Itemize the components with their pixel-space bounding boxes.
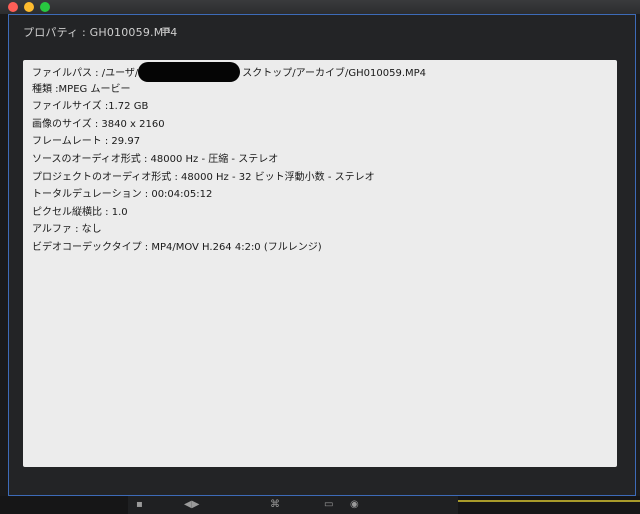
property-kind: 種類 :MPEG ムービー bbox=[32, 83, 131, 95]
property-file-size: ファイルサイズ :1.72 GB bbox=[32, 101, 149, 113]
property-total-duration: トータルデュレーション : 00:04:05:12 bbox=[32, 189, 213, 201]
properties-list: ファイルパス : /ユーザ/スクトップ/アーカイブ/GH010059.MP4 種… bbox=[32, 62, 427, 257]
background-timeline-bar: ▪ ◀▶ ⌘ ▭ ◉ bbox=[0, 496, 640, 514]
panel-title: プロパティ : GH010059.MP4 bbox=[23, 26, 178, 39]
property-source-audio-format: ソースのオーディオ形式 : 48000 Hz - 圧縮 - ステレオ bbox=[32, 153, 279, 165]
property-video-codec-type: ビデオコーデックタイプ : MP4/MOV H.264 4:2:0 (フルレンジ… bbox=[32, 241, 322, 253]
minimize-window-icon[interactable] bbox=[24, 2, 34, 12]
timeline-link-icon[interactable]: ⌘ bbox=[270, 499, 280, 510]
timeline-settings-icon[interactable]: ◉ bbox=[350, 499, 359, 510]
property-pixel-aspect-ratio: ピクセル縦横比 : 1.0 bbox=[32, 206, 128, 218]
screen: プロパティ : GH010059.MP4 ≡ ファイルパス : /ユーザ/スクト… bbox=[0, 0, 640, 514]
background-app-strip bbox=[0, 14, 8, 514]
hamburger-menu-icon[interactable]: ≡ bbox=[161, 23, 171, 37]
timeline-play-icon[interactable]: ◀▶ bbox=[184, 499, 199, 510]
timeline-highlight bbox=[458, 500, 640, 502]
property-alpha: アルファ : なし bbox=[32, 224, 102, 236]
redaction-mark bbox=[138, 62, 241, 82]
timeline-marker-icon[interactable]: ▭ bbox=[324, 499, 333, 510]
timeline-track-area bbox=[128, 496, 458, 514]
property-project-audio-format: プロジェクトのオーディオ形式 : 48000 Hz - 32 ビット浮動小数 -… bbox=[32, 171, 375, 183]
file-path-suffix: スクトップ/アーカイブ/GH010059.MP4 bbox=[242, 68, 427, 79]
window-titlebar bbox=[0, 0, 640, 14]
property-image-size: 画像のサイズ : 3840 x 2160 bbox=[32, 118, 165, 130]
zoom-window-icon[interactable] bbox=[40, 2, 50, 12]
properties-panel: プロパティ : GH010059.MP4 ≡ ファイルパス : /ユーザ/スクト… bbox=[8, 14, 636, 496]
panel-header: プロパティ : GH010059.MP4 ≡ bbox=[9, 15, 635, 47]
timeline-tool-icon[interactable]: ▪ bbox=[136, 499, 143, 510]
close-window-icon[interactable] bbox=[8, 2, 18, 12]
properties-content: ファイルパス : /ユーザ/スクトップ/アーカイブ/GH010059.MP4 種… bbox=[23, 60, 617, 467]
property-frame-rate: フレームレート : 29.97 bbox=[32, 136, 141, 148]
property-file-path: ファイルパス : /ユーザ/スクトップ/アーカイブ/GH010059.MP4 bbox=[32, 62, 427, 82]
file-path-prefix: ファイルパス : /ユーザ/ bbox=[32, 68, 139, 79]
